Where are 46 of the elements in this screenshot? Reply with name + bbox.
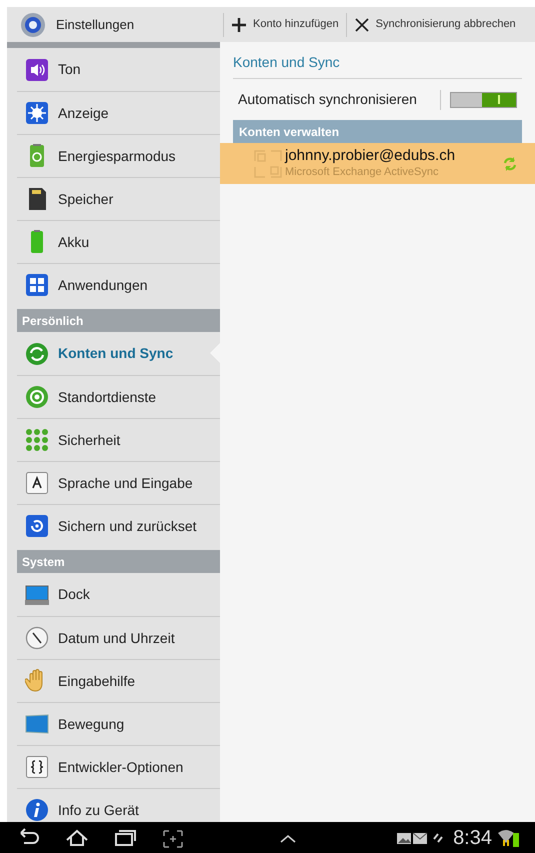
speaker-icon	[25, 58, 49, 82]
section-title: Konten und Sync	[233, 52, 522, 79]
sidebar-item[interactable]: Dock	[17, 573, 220, 616]
tablet-icon	[25, 712, 49, 736]
sync-icon	[25, 342, 49, 366]
dot-grid-icon	[25, 428, 49, 452]
brightness-icon	[25, 101, 49, 125]
restore-icon	[25, 514, 49, 538]
status-time: 8:34	[453, 826, 492, 850]
sidebar-item[interactable]: Konten und Sync	[17, 332, 220, 375]
laptop-icon	[25, 582, 49, 606]
sidebar-item[interactable]: Sichern und zurückset	[17, 504, 220, 547]
info-icon	[25, 798, 49, 822]
action-button[interactable]: Synchronisierung abbrechen	[354, 16, 516, 33]
section-header: System	[17, 550, 220, 573]
wifi-battery-icon	[497, 828, 519, 846]
clock-icon	[25, 626, 49, 650]
account-email: johnny.probier@edubs.ch	[285, 147, 456, 166]
sidebar-item[interactable]: Ton	[17, 48, 220, 91]
sidebar-item[interactable]: Eingabehilfe	[17, 659, 220, 702]
section-header: Konten verwalten	[233, 120, 522, 143]
sidebar-item[interactable]: Speicher	[17, 177, 220, 220]
sidebar-item[interactable]: Sprache und Eingabe	[17, 461, 220, 504]
setting-label: Automatisch synchronisieren	[238, 90, 418, 109]
sidebar-item[interactable]: Datum und Uhrzeit	[17, 616, 220, 659]
sidebar-item[interactable]: Akku	[17, 220, 220, 263]
grid-icon	[25, 273, 49, 297]
gear-icon[interactable]	[20, 12, 46, 38]
sidebar-item[interactable]: Sicherheit	[17, 418, 220, 461]
sidebar-item[interactable]: Entwickler-Optionen	[17, 745, 220, 788]
toggle-switch[interactable]	[450, 92, 517, 108]
sidebar-item[interactable]: Anzeige	[17, 91, 220, 134]
sidebar-item[interactable]: Anwendungen	[17, 263, 220, 306]
account-type: Microsoft Exchange ActiveSync	[285, 166, 440, 180]
account-item[interactable]: johnny.probier@edubs.ch Microsoft Exchange ActiveSync	[220, 143, 535, 184]
sidebar-item[interactable]: Standortdienste	[17, 375, 220, 418]
action-button[interactable]: Konto hinzufügen	[231, 16, 339, 33]
plus-icon	[231, 16, 247, 32]
section-header: Persönlich	[17, 309, 220, 332]
close-icon	[354, 16, 370, 32]
keyboard-letter-icon	[25, 471, 49, 495]
braces-icon	[25, 755, 49, 779]
app-title: Einstellungen	[56, 16, 136, 34]
target-icon	[25, 385, 49, 409]
sidebar-item[interactable]: Bewegung	[17, 702, 220, 745]
sidebar-item[interactable]: Energiesparmodus	[17, 134, 220, 177]
